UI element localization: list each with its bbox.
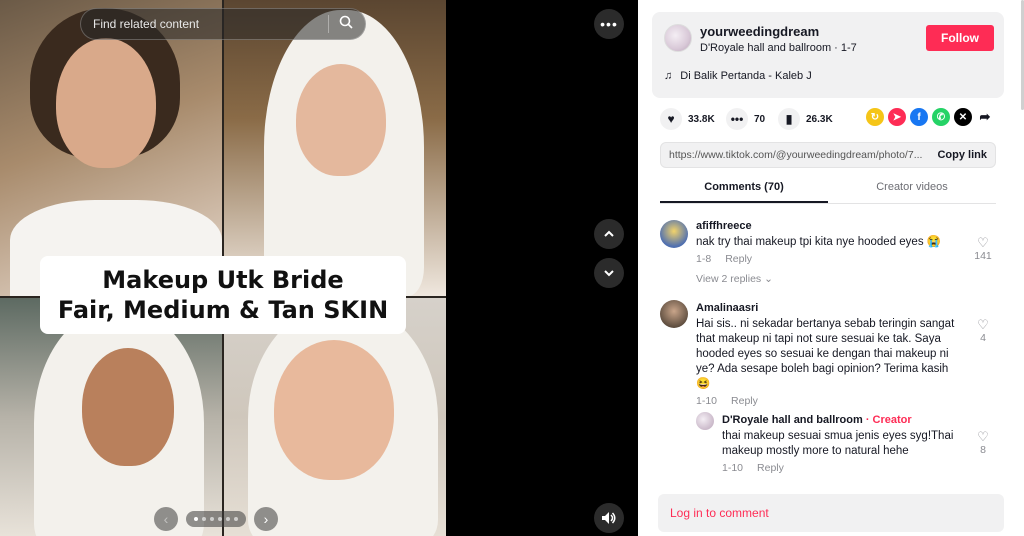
creator-badge: · Creator [865, 414, 912, 426]
search-bar[interactable]: Find related content [80, 8, 366, 40]
prev-photo-button[interactable]: ‹ [154, 507, 178, 531]
volume-button[interactable] [594, 503, 624, 533]
caption-line-2: Fair, Medium & Tan SKIN [57, 296, 389, 324]
app-root: Find related content Makeup Utk Bride Fa… [0, 0, 1024, 536]
music-link[interactable]: ♫ Di Balik Pertanda - Kaleb J [664, 70, 812, 82]
commenter-avatar[interactable] [660, 220, 688, 248]
pager-dot[interactable] [210, 517, 214, 521]
previous-post-button[interactable] [594, 219, 624, 249]
photo-carousel[interactable]: Find related content Makeup Utk Bride Fa… [0, 0, 446, 536]
comment-date: 1-10 [696, 395, 718, 407]
copy-link-box: https://www.tiktok.com/@yourweedingdream… [660, 142, 996, 168]
comment-count: 70 [754, 113, 766, 125]
comment-date: 1-10 [722, 462, 744, 474]
comment-like[interactable]: ♡ 4 [970, 318, 996, 345]
pager-dot[interactable] [226, 517, 230, 521]
comment-item: afiffhreece nak try thai makeup tpi kita… [660, 218, 996, 288]
save-stat[interactable]: ▮ 26.3K [778, 108, 833, 130]
photo-caption: Makeup Utk Bride Fair, Medium & Tan SKIN [40, 256, 406, 334]
heart-icon[interactable]: ♥ [660, 108, 682, 130]
comment-stat[interactable]: ••• 70 [726, 108, 765, 130]
search-input[interactable]: Find related content [93, 17, 328, 31]
search-icon[interactable] [339, 15, 353, 34]
panel-tabs: Comments (70) Creator videos [660, 174, 996, 204]
music-title: Di Balik Pertanda - Kaleb J [680, 70, 812, 82]
comment-like[interactable]: ♡ 8 [970, 430, 996, 457]
comment-like[interactable]: ♡ 141 [970, 236, 996, 263]
chevron-up-icon [604, 230, 614, 237]
bride-photo-1 [0, 0, 222, 296]
tab-comments[interactable]: Comments (70) [660, 174, 828, 203]
login-to-comment-button[interactable]: Log in to comment [658, 494, 1004, 532]
reply-item: D'Royale hall and ballroom · Creator tha… [696, 412, 996, 476]
author-card: yourweedingdream D'Royale hall and ballr… [652, 12, 1004, 98]
chevron-down-icon [604, 270, 614, 277]
bookmark-icon[interactable]: ▮ [778, 108, 800, 130]
search-divider [328, 15, 329, 33]
comment-text: thai makeup sesuai smua jenis eyes syg!T… [722, 430, 954, 457]
x-icon[interactable]: ✕ [954, 108, 972, 126]
caption-line-1: Makeup Utk Bride [102, 266, 344, 294]
comment-item: Amalinaasri Hai sis.. ni sekadar bertany… [660, 300, 996, 408]
pager-dot[interactable] [218, 517, 222, 521]
commenter-name[interactable]: Amalinaasri [696, 302, 758, 314]
heart-outline-icon[interactable]: ♡ [970, 236, 996, 250]
comment-text: nak try thai makeup tpi kita nye hooded … [696, 236, 942, 248]
more-icon: ••• [600, 16, 618, 32]
reply-author[interactable]: D'Royale hall and ballroom · Creator [722, 414, 912, 426]
tab-creator-videos[interactable]: Creator videos [828, 174, 996, 203]
reply-button[interactable]: Reply [725, 253, 752, 265]
comment-like-count: 8 [980, 444, 986, 456]
author-nickname-date: D'Royale hall and ballroom · 1-7 [700, 42, 857, 54]
repost-icon[interactable]: ↻ [866, 108, 884, 126]
send-icon[interactable]: ➤ [888, 108, 906, 126]
view-replies-button[interactable]: View 2 replies ⌄ [696, 273, 773, 285]
commenter-name[interactable]: afiffhreece [696, 220, 752, 232]
comment-like-count: 4 [980, 332, 986, 344]
reply-button[interactable]: Reply [757, 462, 784, 474]
like-count: 33.8K [688, 113, 715, 125]
comment-like-count: 141 [974, 250, 992, 262]
music-note-icon: ♫ [664, 70, 673, 82]
commenter-avatar[interactable] [660, 300, 688, 328]
comment-meta: 1-10 Reply [696, 395, 758, 407]
comment-text: Hai sis.. ni sekadar bertanya sebab teri… [696, 318, 955, 390]
heart-outline-icon[interactable]: ♡ [970, 318, 996, 332]
next-photo-button[interactable]: › [254, 507, 278, 531]
reply-button[interactable]: Reply [731, 395, 758, 407]
pager-dot[interactable] [194, 517, 198, 521]
more-options-button[interactable]: ••• [594, 9, 624, 39]
carousel-pager: ‹ › [154, 506, 294, 532]
speaker-icon [602, 512, 616, 524]
facebook-icon[interactable]: f [910, 108, 928, 126]
copy-link-button[interactable]: Copy link [937, 149, 987, 161]
pager-dot[interactable] [234, 517, 238, 521]
comment-meta: 1-10 Reply [722, 462, 784, 474]
comment-icon[interactable]: ••• [726, 108, 748, 130]
like-stat[interactable]: ♥ 33.8K [660, 108, 715, 130]
post-url: https://www.tiktok.com/@yourweedingdream… [669, 149, 923, 161]
comment-date: 1-8 [696, 253, 712, 265]
details-panel: yourweedingdream D'Royale hall and ballr… [638, 0, 1024, 536]
bride-photo-2 [224, 0, 446, 296]
comment-meta: 1-8 Reply [696, 253, 752, 265]
pager-dot[interactable] [202, 517, 206, 521]
follow-button[interactable]: Follow [926, 25, 994, 51]
pager-dots [186, 511, 246, 527]
next-post-button[interactable] [594, 258, 624, 288]
share-arrow-icon[interactable]: ➦ [976, 108, 994, 126]
author-username[interactable]: yourweedingdream [700, 24, 819, 39]
author-avatar[interactable] [664, 24, 692, 52]
whatsapp-icon[interactable]: ✆ [932, 108, 950, 126]
save-count: 26.3K [806, 113, 833, 125]
heart-outline-icon[interactable]: ♡ [970, 430, 996, 444]
creator-avatar[interactable] [696, 412, 714, 430]
reply-author-name: D'Royale hall and ballroom [722, 414, 863, 426]
